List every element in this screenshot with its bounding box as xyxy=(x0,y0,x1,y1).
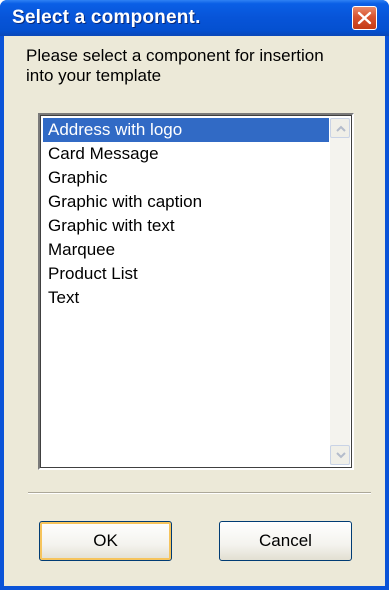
instruction-text: Please select a component for insertion … xyxy=(26,46,324,85)
list-item[interactable]: Product List xyxy=(43,262,329,286)
ok-button[interactable]: OK xyxy=(39,521,172,561)
component-listbox[interactable]: Address with logo Card Message Graphic G… xyxy=(38,113,354,470)
scroll-down-arrow-icon xyxy=(336,452,346,459)
scroll-up-arrow-icon xyxy=(336,125,346,132)
list-item[interactable]: Marquee xyxy=(43,238,329,262)
component-list: Address with logo Card Message Graphic G… xyxy=(43,118,329,310)
separator-line xyxy=(28,492,371,494)
scroll-down-button[interactable] xyxy=(330,445,350,465)
close-icon xyxy=(357,11,372,25)
list-item[interactable]: Graphic xyxy=(43,166,329,190)
dialog-window: Select a component. Please select a comp… xyxy=(0,0,389,590)
list-item[interactable]: Text xyxy=(43,286,329,310)
close-button[interactable] xyxy=(352,6,377,30)
cancel-button[interactable]: Cancel xyxy=(219,521,352,561)
list-item[interactable]: Card Message xyxy=(43,142,329,166)
list-item[interactable]: Graphic with text xyxy=(43,214,329,238)
window-title: Select a component. xyxy=(12,7,201,28)
title-bar[interactable]: Select a component. xyxy=(0,0,389,36)
vertical-scrollbar[interactable] xyxy=(330,118,350,465)
list-item[interactable]: Graphic with caption xyxy=(43,190,329,214)
scroll-up-button[interactable] xyxy=(330,118,350,138)
list-item[interactable]: Address with logo xyxy=(43,118,329,142)
